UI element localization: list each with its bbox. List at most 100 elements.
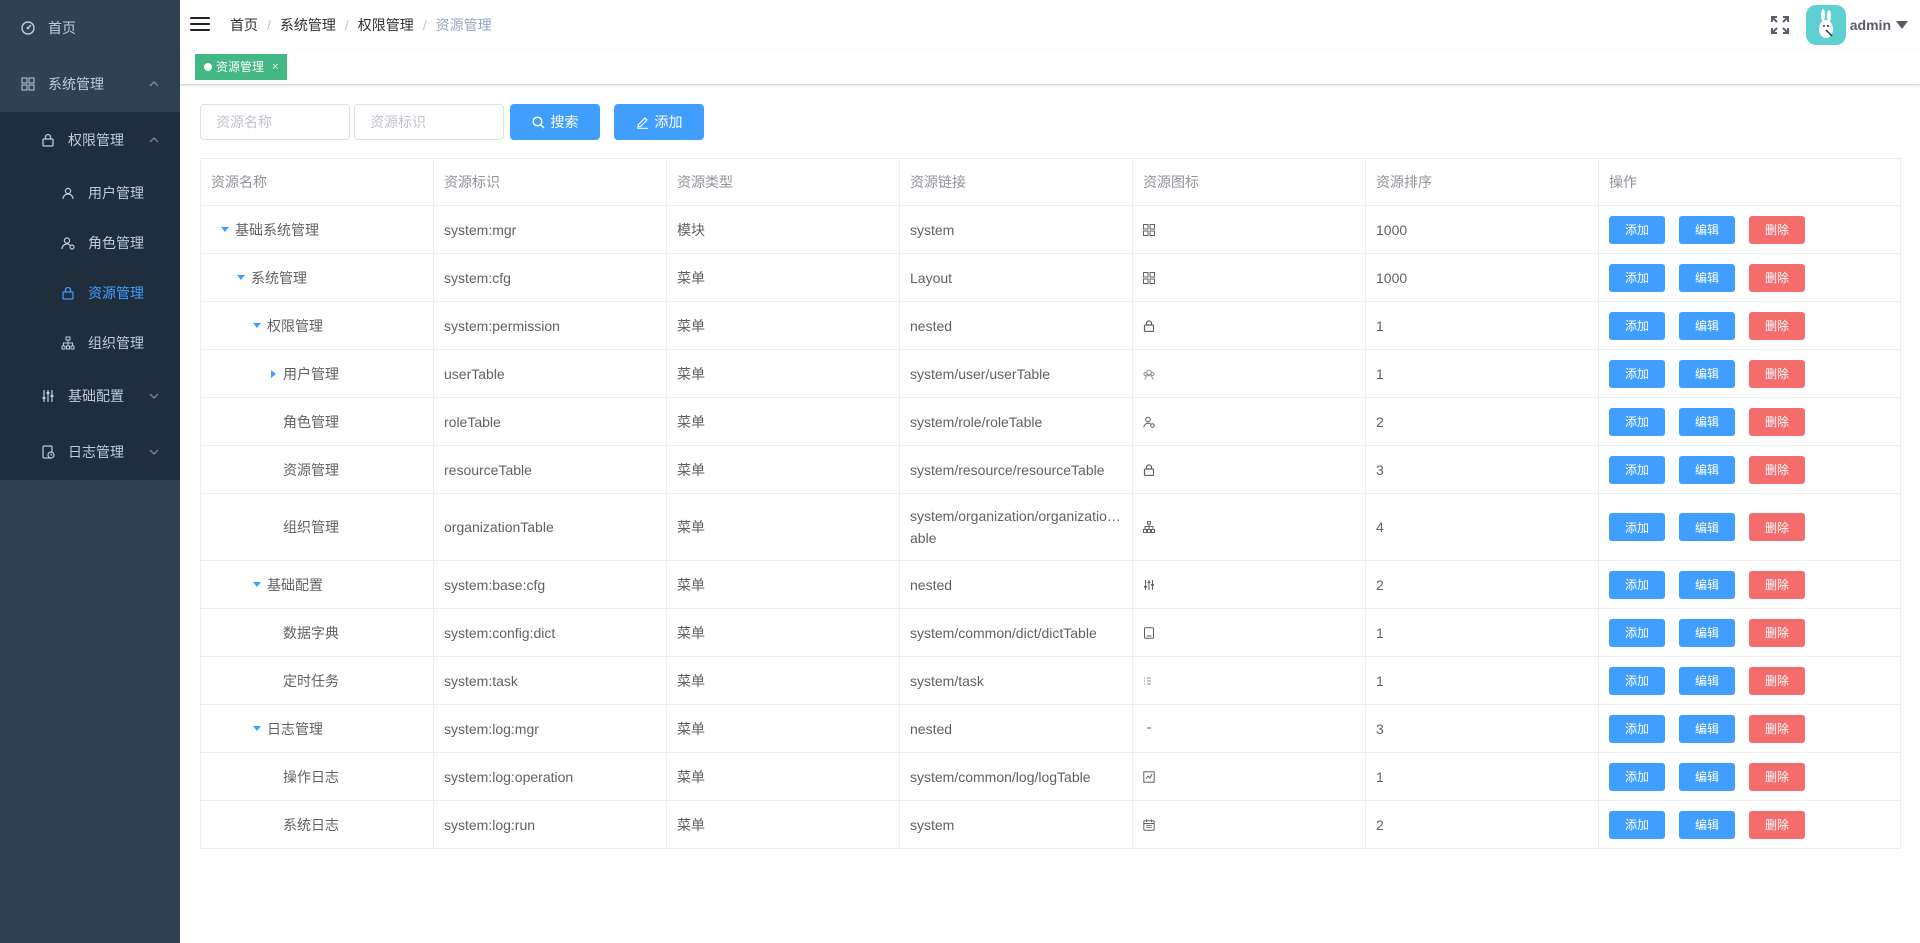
row-add-button[interactable]: 添加 xyxy=(1609,263,1665,292)
sidebar-item-organization[interactable]: 组织管理 xyxy=(0,318,180,368)
avatar[interactable] xyxy=(1806,5,1846,45)
cell-icon xyxy=(1132,205,1366,254)
add-button[interactable]: 添加 xyxy=(614,104,704,140)
sidebar-item-users[interactable]: 用户管理 xyxy=(0,168,180,218)
resource-key-input[interactable]: 资源标识 xyxy=(354,104,504,140)
sidebar-item-base-config[interactable]: 基础配置 xyxy=(0,368,180,424)
sidebar-item-label: 角色管理 xyxy=(88,235,144,251)
row-delete-button[interactable]: 删除 xyxy=(1749,666,1805,695)
cell-name: 数据字典 xyxy=(200,608,434,657)
row-add-button[interactable]: 添加 xyxy=(1609,359,1665,388)
caret-down-icon[interactable] xyxy=(251,320,263,332)
close-icon[interactable]: × xyxy=(272,54,278,80)
tag-active[interactable]: 资源管理 × xyxy=(195,54,288,80)
table-row: 定时任务 system:task 菜单 system/task 1 添加 编辑 删除 xyxy=(200,656,1901,705)
resource-name-input[interactable]: 资源名称 xyxy=(200,104,350,140)
hamburger-icon[interactable] xyxy=(190,14,210,34)
row-delete-button[interactable]: 删除 xyxy=(1749,263,1805,292)
sidebar-item-permission[interactable]: 权限管理 xyxy=(0,112,180,168)
sidebar-item-home[interactable]: 首页 xyxy=(0,0,180,56)
row-delete-button[interactable]: 删除 xyxy=(1749,810,1805,839)
row-edit-button[interactable]: 编辑 xyxy=(1679,407,1735,436)
table-row: 基础配置 system:base:cfg 菜单 nested 2 添加 编辑 删除 xyxy=(200,560,1901,609)
search-button[interactable]: 搜索 xyxy=(510,104,600,140)
row-delete-button[interactable]: 删除 xyxy=(1749,215,1805,244)
resource-sort: 1000 xyxy=(1376,221,1408,238)
sidebar-item-system[interactable]: 系统管理 xyxy=(0,56,180,112)
table-row: 资源管理 resourceTable 菜单 system/resource/resou… xyxy=(200,445,1901,494)
caret-down-icon[interactable] xyxy=(235,272,247,284)
cell-link: nested xyxy=(899,704,1133,753)
sidebar-item-roles[interactable]: 角色管理 xyxy=(0,218,180,268)
resource-type: 模块 xyxy=(677,221,705,238)
row-edit-button[interactable]: 编辑 xyxy=(1679,762,1735,791)
column-header: 资源链接 xyxy=(899,158,1133,206)
cell-icon xyxy=(1132,253,1366,302)
row-add-button[interactable]: 添加 xyxy=(1609,714,1665,743)
row-delete-button[interactable]: 删除 xyxy=(1749,407,1805,436)
caret-right-icon[interactable] xyxy=(267,368,279,380)
sidebar-item-resources[interactable]: 资源管理 xyxy=(0,268,180,318)
row-add-button[interactable]: 添加 xyxy=(1609,762,1665,791)
row-delete-button[interactable]: 删除 xyxy=(1749,762,1805,791)
resource-link: Layout xyxy=(910,269,953,286)
row-edit-button[interactable]: 编辑 xyxy=(1679,666,1735,695)
row-edit-button[interactable]: 编辑 xyxy=(1679,618,1735,647)
row-edit-button[interactable]: 编辑 xyxy=(1679,455,1735,484)
row-delete-button[interactable]: 删除 xyxy=(1749,359,1805,388)
row-add-button[interactable]: 添加 xyxy=(1609,570,1665,599)
row-delete-button[interactable]: 删除 xyxy=(1749,513,1805,541)
resource-sort: 2 xyxy=(1376,816,1384,833)
resource-link: nested xyxy=(910,720,953,737)
row-add-button[interactable]: 添加 xyxy=(1609,618,1665,647)
row-edit-button[interactable]: 编辑 xyxy=(1679,810,1735,839)
row-edit-button[interactable]: 编辑 xyxy=(1679,359,1735,388)
chevron-down-icon xyxy=(149,393,159,399)
caret-down-icon[interactable] xyxy=(1896,21,1908,29)
row-add-button[interactable]: 添加 xyxy=(1609,407,1665,436)
caret-down-icon[interactable] xyxy=(251,723,263,735)
cell-name: 角色管理 xyxy=(200,397,434,446)
cell-link: system/task xyxy=(899,656,1133,705)
row-edit-button[interactable]: 编辑 xyxy=(1679,263,1735,292)
username[interactable]: admin xyxy=(1850,0,1891,50)
row-add-button[interactable]: 添加 xyxy=(1609,311,1665,340)
row-delete-button[interactable]: 删除 xyxy=(1749,570,1805,599)
breadcrumb-system[interactable]: 系统管理 xyxy=(280,17,336,33)
row-delete-button[interactable]: 删除 xyxy=(1749,618,1805,647)
breadcrumb-permission[interactable]: 权限管理 xyxy=(358,17,414,33)
row-edit-button[interactable]: 编辑 xyxy=(1679,714,1735,743)
cell-type: 菜单 xyxy=(666,493,900,561)
row-delete-button[interactable]: 删除 xyxy=(1749,455,1805,484)
caret-down-icon[interactable] xyxy=(251,579,263,591)
cell-link: system/common/dict/dictTable xyxy=(899,608,1133,657)
row-add-button[interactable]: 添加 xyxy=(1609,810,1665,839)
row-add-button[interactable]: 添加 xyxy=(1609,455,1665,484)
chevron-up-icon xyxy=(149,137,159,143)
book-icon xyxy=(1143,626,1157,640)
row-edit-button[interactable]: 编辑 xyxy=(1679,215,1735,244)
cell-name: 权限管理 xyxy=(200,301,434,350)
row-edit-button[interactable]: 编辑 xyxy=(1679,311,1735,340)
row-add-button[interactable]: 添加 xyxy=(1609,215,1665,244)
sidebar-item-logs[interactable]: 日志管理 xyxy=(0,424,180,480)
resource-sort: 1 xyxy=(1376,768,1384,785)
row-add-button[interactable]: 添加 xyxy=(1609,513,1665,541)
cell-icon xyxy=(1132,445,1366,494)
cell-type: 菜单 xyxy=(666,397,900,446)
breadcrumb-home[interactable]: 首页 xyxy=(230,17,258,33)
resource-name: 操作日志 xyxy=(283,768,339,785)
row-add-button[interactable]: 添加 xyxy=(1609,666,1665,695)
caret-down-icon[interactable] xyxy=(219,224,231,236)
row-edit-button[interactable]: 编辑 xyxy=(1679,513,1735,541)
cell-name: 基础系统管理 xyxy=(200,205,434,254)
fullscreen-icon[interactable] xyxy=(1770,15,1790,35)
cell-icon xyxy=(1132,752,1366,801)
row-delete-button[interactable]: 删除 xyxy=(1749,311,1805,340)
row-edit-button[interactable]: 编辑 xyxy=(1679,570,1735,599)
row-delete-button[interactable]: 删除 xyxy=(1749,714,1805,743)
resource-name: 组织管理 xyxy=(283,519,339,535)
cell-link: system/role/roleTable xyxy=(899,397,1133,446)
cell-key: system:config:dict xyxy=(433,608,667,657)
resource-key: system:cfg xyxy=(444,269,511,286)
